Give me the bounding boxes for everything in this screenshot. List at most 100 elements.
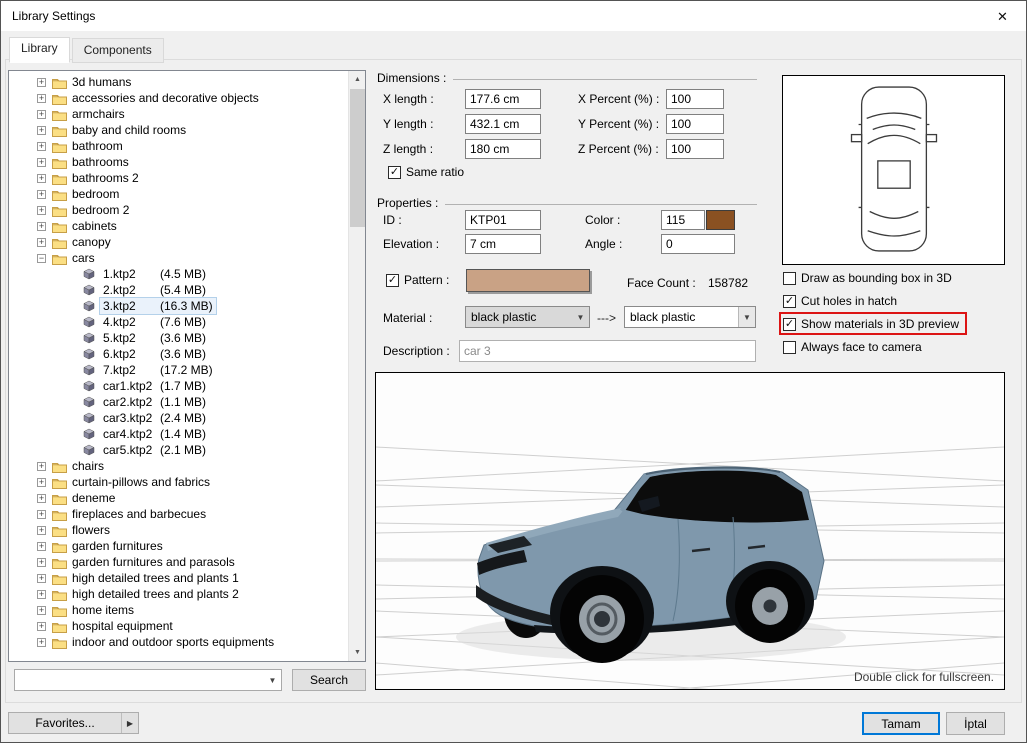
mapping-arrow: ---> — [597, 311, 616, 325]
id-input[interactable] — [465, 210, 541, 230]
tree-folder-bathrooms-2[interactable]: +bathrooms 2 — [9, 170, 348, 186]
option-always-face-to-camera[interactable]: Always face to camera — [783, 339, 922, 355]
expand-icon[interactable]: + — [37, 590, 46, 599]
tab-components[interactable]: Components — [72, 38, 164, 63]
tree-item-car3-ktp2[interactable]: car3.ktp2(2.4 MB) — [9, 410, 348, 426]
expand-icon[interactable]: + — [37, 606, 46, 615]
expand-icon[interactable]: + — [37, 94, 46, 103]
tree-folder-home-items[interactable]: +home items — [9, 602, 348, 618]
search-input[interactable] — [15, 670, 264, 690]
tree-folder-chairs[interactable]: +chairs — [9, 458, 348, 474]
x-percent-input[interactable] — [666, 89, 724, 109]
tree-folder-cars[interactable]: −cars — [9, 250, 348, 266]
tree-folder-high-detailed-trees-and-plants-2[interactable]: +high detailed trees and plants 2 — [9, 586, 348, 602]
tree-folder-bathrooms[interactable]: +bathrooms — [9, 154, 348, 170]
scroll-up-icon[interactable]: ▲ — [349, 71, 366, 88]
tree-folder-garden-furnitures[interactable]: +garden furnitures — [9, 538, 348, 554]
expand-icon[interactable]: + — [37, 542, 46, 551]
tree-folder-bathroom[interactable]: +bathroom — [9, 138, 348, 154]
tree-folder-deneme[interactable]: +deneme — [9, 490, 348, 506]
tree-item-car4-ktp2[interactable]: car4.ktp2(1.4 MB) — [9, 426, 348, 442]
preview-3d[interactable]: Double click for fullscreen. — [375, 372, 1005, 690]
search-combo[interactable]: ▼ — [14, 669, 282, 691]
scroll-down-icon[interactable]: ▼ — [349, 644, 366, 661]
dropdown-arrow-icon[interactable]: ▼ — [264, 670, 281, 690]
library-tree[interactable]: +3d humans+accessories and decorative ob… — [8, 70, 366, 662]
elevation-input[interactable] — [465, 234, 541, 254]
expand-icon[interactable]: + — [37, 126, 46, 135]
tree-item-car5-ktp2[interactable]: car5.ktp2(2.1 MB) — [9, 442, 348, 458]
tree-item-car1-ktp2[interactable]: car1.ktp2(1.7 MB) — [9, 378, 348, 394]
option-show-materials-in-3d-preview[interactable]: ✓Show materials in 3D preview — [783, 316, 959, 332]
close-button[interactable]: ✕ — [980, 2, 1025, 32]
tree-item-4-ktp2[interactable]: 4.ktp2(7.6 MB) — [9, 314, 348, 330]
expand-icon[interactable]: + — [37, 110, 46, 119]
expand-icon[interactable]: + — [37, 526, 46, 535]
expand-icon[interactable]: + — [37, 158, 46, 167]
option-cut-holes-in-hatch[interactable]: ✓Cut holes in hatch — [783, 293, 897, 309]
tree-item-car2-ktp2[interactable]: car2.ktp2(1.1 MB) — [9, 394, 348, 410]
expand-icon[interactable]: + — [37, 510, 46, 519]
expand-icon[interactable]: + — [37, 622, 46, 631]
expand-icon[interactable]: + — [37, 142, 46, 151]
pattern-swatch[interactable] — [466, 269, 590, 292]
x-length-input[interactable] — [465, 89, 541, 109]
folder-icon — [52, 92, 67, 105]
tree-scrollbar[interactable]: ▲ ▼ — [348, 71, 365, 661]
tree-folder-3d-humans[interactable]: +3d humans — [9, 74, 348, 90]
z-percent-input[interactable] — [666, 139, 724, 159]
y-length-input[interactable] — [465, 114, 541, 134]
y-percent-input[interactable] — [666, 114, 724, 134]
tree-folder-fireplaces-and-barbecues[interactable]: +fireplaces and barbecues — [9, 506, 348, 522]
tree-folder-bedroom[interactable]: + bedroom — [9, 186, 348, 202]
collapse-icon[interactable]: − — [37, 254, 46, 263]
tree-folder-baby-and-child-rooms[interactable]: +baby and child rooms — [9, 122, 348, 138]
option-draw-as-bounding-box-in-3d[interactable]: Draw as bounding box in 3D — [783, 270, 952, 286]
z-length-input[interactable] — [465, 139, 541, 159]
expand-icon[interactable]: + — [37, 174, 46, 183]
expand-icon[interactable]: + — [37, 478, 46, 487]
angle-input[interactable] — [661, 234, 735, 254]
expand-icon[interactable]: + — [37, 574, 46, 583]
pattern-checkbox[interactable]: ✓ Pattern : — [386, 273, 449, 287]
favorites-button[interactable]: Favorites... ▶ — [8, 712, 139, 734]
tree-folder-cabinets[interactable]: +cabinets — [9, 218, 348, 234]
description-input[interactable] — [459, 340, 756, 362]
folder-label: bedroom — [72, 187, 119, 201]
ok-button[interactable]: Tamam — [862, 712, 940, 735]
expand-icon[interactable]: + — [37, 238, 46, 247]
tree-item-2-ktp2[interactable]: 2.ktp2(5.4 MB) — [9, 282, 348, 298]
tree-item-7-ktp2[interactable]: 7.ktp2(17.2 MB) — [9, 362, 348, 378]
expand-icon[interactable]: + — [37, 462, 46, 471]
material-mapped-select[interactable]: black plastic ▼ — [624, 306, 756, 328]
tree-folder-canopy[interactable]: +canopy — [9, 234, 348, 250]
tree-folder-garden-furnitures-and-parasols[interactable]: +garden furnitures and parasols — [9, 554, 348, 570]
color-value-input[interactable] — [661, 210, 705, 230]
expand-icon[interactable]: + — [37, 494, 46, 503]
same-ratio-checkbox[interactable]: ✓ Same ratio — [388, 165, 464, 179]
tree-folder-high-detailed-trees-and-plants-1[interactable]: +high detailed trees and plants 1 — [9, 570, 348, 586]
tree-folder-hospital-equipment[interactable]: +hospital equipment — [9, 618, 348, 634]
tree-item-5-ktp2[interactable]: 5.ktp2(3.6 MB) — [9, 330, 348, 346]
expand-icon[interactable]: + — [37, 190, 46, 199]
tree-item-3-ktp2[interactable]: 3.ktp2(16.3 MB) — [9, 298, 348, 314]
tree-folder-indoor-and-outdoor-sports-equipments[interactable]: +indoor and outdoor sports equipments — [9, 634, 348, 650]
search-button[interactable]: Search — [292, 669, 366, 691]
tree-folder-flowers[interactable]: +flowers — [9, 522, 348, 538]
scrollbar-thumb[interactable] — [350, 89, 365, 227]
expand-icon[interactable]: + — [37, 222, 46, 231]
cancel-button[interactable]: İptal — [946, 712, 1005, 735]
tree-folder-bedroom-2[interactable]: +bedroom 2 — [9, 202, 348, 218]
tree-item-6-ktp2[interactable]: 6.ktp2(3.6 MB) — [9, 346, 348, 362]
tree-folder-armchairs[interactable]: +armchairs — [9, 106, 348, 122]
tree-item-1-ktp2[interactable]: 1.ktp2(4.5 MB) — [9, 266, 348, 282]
expand-icon[interactable]: + — [37, 78, 46, 87]
tab-library[interactable]: Library — [9, 37, 70, 63]
color-swatch[interactable] — [706, 210, 735, 230]
tree-folder-curtain-pillows-and-fabrics[interactable]: +curtain-pillows and fabrics — [9, 474, 348, 490]
expand-icon[interactable]: + — [37, 558, 46, 567]
tree-folder-accessories-and-decorative-objects[interactable]: +accessories and decorative objects — [9, 90, 348, 106]
expand-icon[interactable]: + — [37, 206, 46, 215]
expand-icon[interactable]: + — [37, 638, 46, 647]
material-select[interactable]: black plastic ▼ — [465, 306, 590, 328]
